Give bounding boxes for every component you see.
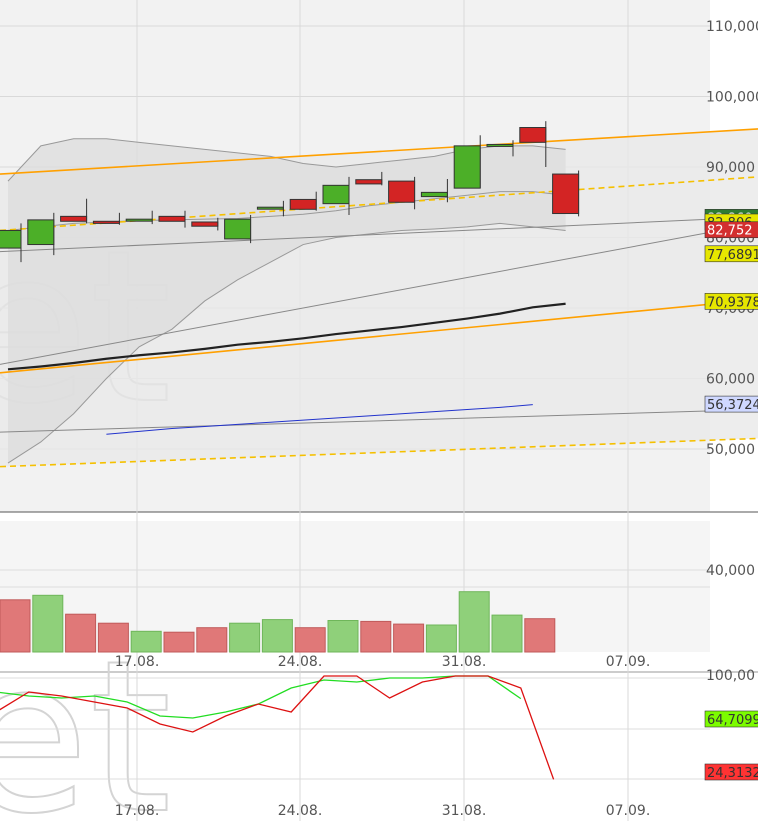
x-tick-label: 24.08. — [278, 803, 323, 819]
volume-bar — [196, 627, 228, 653]
price-badge-label: 77,6891 — [707, 248, 758, 263]
candle-body — [27, 219, 55, 246]
candle-body — [519, 127, 547, 143]
candle-body — [224, 218, 252, 240]
x-tick-label: 31.08. — [442, 654, 487, 670]
x-tick-label: 31.08. — [442, 803, 487, 819]
candle-body — [60, 215, 88, 222]
candle-body — [158, 215, 186, 222]
candle-body — [92, 220, 120, 224]
volume-bar — [491, 614, 523, 653]
stock-chart: et et 17.08.24.08.31.08.07.09.17.08.24.0… — [0, 0, 758, 825]
price-badge-label: 70,9378 — [707, 295, 758, 310]
volume-bar — [327, 620, 359, 653]
oscillator-badge-label: 64,7099 — [707, 713, 758, 728]
y-tick-label: 100,000 — [706, 90, 758, 106]
candle-body — [191, 221, 219, 227]
candle-body — [322, 184, 350, 205]
oscillator-badge-label: 24,3132 — [707, 766, 758, 781]
candle-body — [289, 198, 317, 210]
volume-bar — [360, 620, 392, 653]
volume-bar — [163, 631, 195, 653]
volume-bar — [65, 613, 97, 653]
volume-bar — [393, 623, 425, 653]
volume-bar — [32, 594, 64, 653]
volume-bar — [425, 624, 457, 653]
y-tick-label: 110,000 — [706, 19, 758, 35]
candle-body — [388, 180, 416, 203]
x-tick-label: 17.08. — [115, 803, 160, 819]
volume-bar — [261, 619, 293, 653]
volume-bar — [0, 599, 31, 653]
price-badge-label: 56,3724 — [707, 398, 758, 413]
volume-bar — [130, 630, 162, 653]
x-tick-label: 07.09. — [606, 803, 651, 819]
y-tick-label: 90,000 — [706, 160, 755, 176]
volume-bar — [97, 622, 129, 653]
volume-bar — [524, 618, 556, 653]
volume-bar — [458, 591, 490, 653]
y-tick-label: 50,000 — [706, 442, 755, 458]
volume-bar — [229, 622, 261, 653]
volume-bar — [294, 627, 326, 653]
x-tick-label: 17.08. — [115, 654, 160, 670]
candle-body — [420, 191, 448, 198]
candle-body — [256, 206, 284, 210]
candle-body — [0, 229, 22, 249]
candle-body — [453, 145, 481, 189]
candle-body — [125, 218, 153, 222]
candle-body — [486, 143, 514, 147]
y-tick-label: 100,00 — [706, 668, 755, 684]
chart-stage: et et 17.08.24.08.31.08.07.09.17.08.24.0… — [0, 0, 758, 825]
y-tick-label: 40,000 — [706, 563, 755, 579]
y-tick-label: 60,000 — [706, 372, 755, 388]
price-badge-label: 82,752 — [707, 224, 753, 239]
candle-body — [552, 173, 580, 215]
candle-body — [355, 179, 383, 185]
x-tick-label: 24.08. — [278, 654, 323, 670]
x-tick-label: 07.09. — [606, 654, 651, 670]
